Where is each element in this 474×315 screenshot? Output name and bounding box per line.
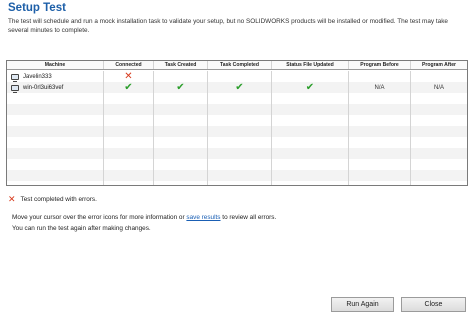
column-header-program-before[interactable]: Program Before (349, 61, 411, 69)
task-completed-cell (208, 71, 272, 82)
table-header: Machine Connected Task Created Task Comp… (7, 61, 467, 70)
dialog-title: Setup Test (8, 2, 66, 14)
column-header-status-file-updated[interactable]: Status File Updated (272, 61, 349, 69)
table-row[interactable]: Javelin333 ✕ (7, 71, 467, 82)
save-results-link[interactable]: save results (186, 214, 220, 221)
program-after-cell (411, 71, 467, 82)
status-text: Test completed with errors. (20, 196, 97, 203)
table-row (7, 137, 467, 148)
connected-cell: ✔ (104, 82, 154, 93)
error-x-icon: ✕ (8, 194, 16, 204)
task-created-cell: ✔ (154, 82, 208, 93)
connected-cell: ✕ (104, 71, 154, 82)
run-again-button[interactable]: Run Again (331, 297, 394, 312)
error-x-icon[interactable]: ✕ (124, 71, 132, 82)
task-created-cell (154, 71, 208, 82)
table-row (7, 148, 467, 159)
program-before-cell: N/A (349, 82, 411, 93)
checkmark-icon: ✔ (305, 82, 315, 93)
table-row (7, 159, 467, 170)
hint-line-2: You can run the test again after making … (12, 225, 151, 232)
status-file-updated-cell (272, 71, 349, 82)
table-row (7, 170, 467, 181)
status-file-updated-cell: ✔ (272, 82, 349, 93)
checkmark-icon: ✔ (235, 82, 244, 93)
table-row (7, 126, 467, 137)
column-header-machine[interactable]: Machine (7, 61, 104, 69)
column-header-program-after[interactable]: Program After (411, 61, 467, 69)
computer-icon (11, 84, 19, 93)
checkmark-icon: ✔ (124, 82, 133, 93)
column-header-task-completed[interactable]: Task Completed (208, 61, 272, 69)
column-header-task-created[interactable]: Task Created (154, 61, 208, 69)
hint-text: Move your cursor over the error icons fo… (12, 214, 185, 221)
hint-line-1: Move your cursor over the error icons fo… (12, 214, 276, 221)
computer-icon (11, 73, 19, 82)
table-row (7, 181, 467, 185)
table-row (7, 115, 467, 126)
results-table: Machine Connected Task Created Task Comp… (6, 60, 468, 186)
table-row[interactable]: win-0rl3ui63vef ✔ ✔ ✔ ✔ N/A N/A (7, 82, 467, 93)
hint-text: to review all errors. (222, 214, 277, 221)
machine-cell: Javelin333 (7, 71, 104, 82)
column-header-connected[interactable]: Connected (104, 61, 154, 69)
program-after-cell: N/A (433, 84, 444, 91)
table-row (7, 104, 467, 115)
machine-name: win-0rl3ui63vef (23, 84, 64, 91)
table-row (7, 93, 467, 104)
machine-cell: win-0rl3ui63vef (7, 82, 104, 93)
task-completed-cell: ✔ (208, 82, 272, 93)
checkmark-icon: ✔ (176, 82, 185, 93)
machine-name: Javelin333 (23, 73, 52, 80)
dialog-description: The test will schedule and run a mock in… (8, 18, 448, 34)
test-status: ✕ Test completed with errors. (8, 195, 97, 204)
close-button[interactable]: Close (401, 297, 466, 312)
program-before-cell (349, 71, 411, 82)
